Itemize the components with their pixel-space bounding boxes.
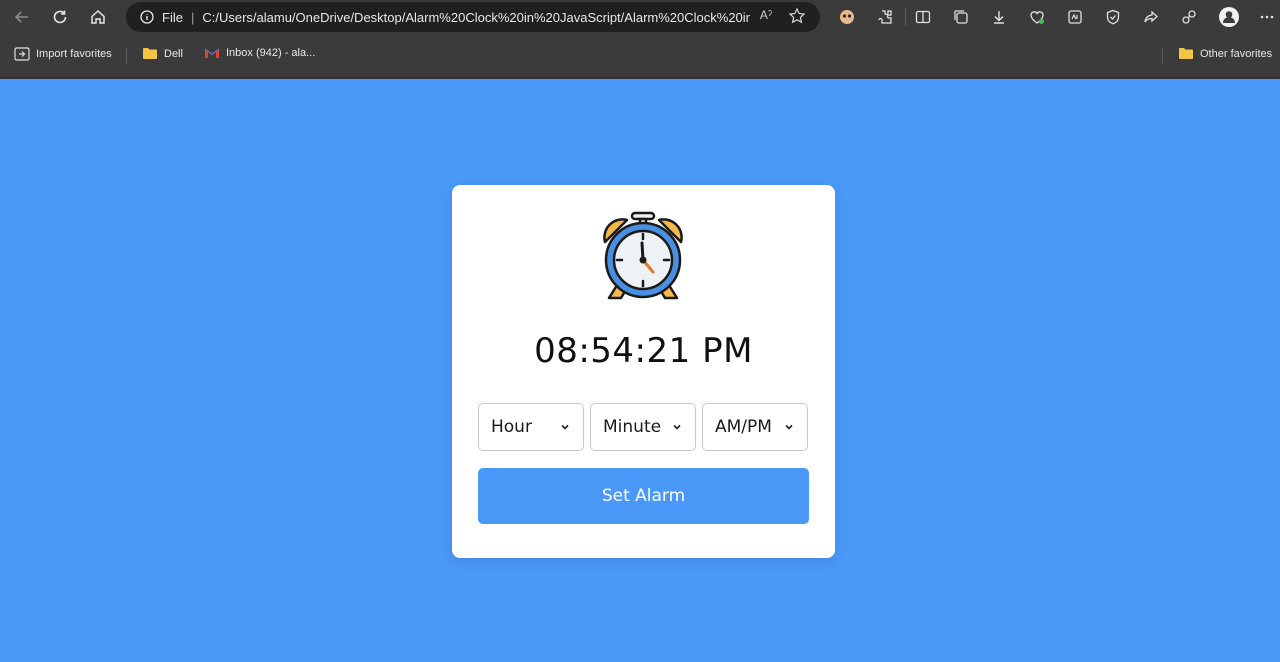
site-info-icon[interactable] [140, 10, 154, 24]
minute-select[interactable]: Minute [590, 403, 696, 451]
address-url[interactable]: C:/Users/alamu/OneDrive/Desktop/Alarm%20… [202, 10, 750, 25]
favorite-label: Import favorites [36, 48, 112, 60]
alarm-clock-icon [597, 210, 689, 302]
folder-icon [1178, 47, 1194, 60]
folder-icon [142, 47, 158, 60]
favorite-import[interactable]: Import favorites [14, 47, 112, 61]
browser-toolbar: File | C:/Users/alamu/OneDrive/Desktop/A… [0, 0, 1280, 36]
favorites-divider [1162, 48, 1163, 64]
chevron-down-icon [561, 424, 569, 430]
downloads-icon[interactable] [988, 6, 1010, 28]
favorite-other[interactable]: Other favorites [1178, 47, 1272, 60]
favorite-inbox[interactable]: Inbox (942) - ala... [204, 47, 315, 59]
set-alarm-button[interactable]: Set Alarm [478, 468, 809, 524]
chevron-down-icon [673, 424, 681, 430]
home-button[interactable] [84, 4, 112, 30]
gmail-icon [204, 47, 220, 59]
split-screen-icon[interactable] [912, 6, 934, 28]
import-favorites-icon [14, 47, 30, 61]
current-time: 08:54:21 PM [534, 331, 753, 371]
hour-select-value: Hour [491, 417, 532, 437]
refresh-icon [53, 10, 67, 24]
math-solver-icon[interactable] [1064, 6, 1086, 28]
read-aloud-icon[interactable]: Aˀ [760, 8, 772, 22]
security-icon[interactable] [1102, 6, 1124, 28]
hour-select[interactable]: Hour [478, 403, 584, 451]
profile-extension-icon[interactable] [836, 6, 858, 28]
favorite-label: Inbox (942) - ala... [226, 47, 316, 59]
extensions-icon[interactable] [874, 6, 896, 28]
browser-essentials-icon[interactable] [1026, 6, 1048, 28]
toolbar-divider [905, 8, 906, 26]
share-icon[interactable] [1140, 6, 1162, 28]
address-bar[interactable]: File | C:/Users/alamu/OneDrive/Desktop/A… [126, 2, 820, 32]
favorites-divider [126, 48, 127, 64]
chevron-down-icon [785, 424, 793, 430]
copilot-icon[interactable] [1178, 6, 1200, 28]
other-favorites-label: Other favorites [1200, 47, 1273, 60]
back-arrow-icon [14, 11, 28, 23]
alarm-card: 08:54:21 PM Hour Minute AM/PM Set Alarm [452, 185, 835, 558]
favorite-star-icon[interactable] [788, 7, 806, 28]
address-scheme: File [162, 9, 183, 25]
favorite-dell[interactable]: Dell [142, 47, 183, 60]
back-button[interactable] [8, 4, 36, 30]
more-options-icon[interactable] [1256, 6, 1278, 28]
favorites-bar: Import favorites Dell Inbox (942) - ala.… [0, 36, 1280, 78]
refresh-button[interactable] [46, 4, 74, 30]
home-icon [91, 9, 105, 24]
browser-chrome: File | C:/Users/alamu/OneDrive/Desktop/A… [0, 0, 1280, 79]
account-avatar-icon[interactable] [1218, 6, 1240, 28]
favorite-label: Dell [164, 47, 183, 60]
ampm-select-value: AM/PM [715, 417, 772, 437]
ampm-select[interactable]: AM/PM [702, 403, 808, 451]
minute-select-value: Minute [603, 417, 662, 437]
collections-icon[interactable] [950, 6, 972, 28]
address-separator: | [190, 9, 195, 25]
